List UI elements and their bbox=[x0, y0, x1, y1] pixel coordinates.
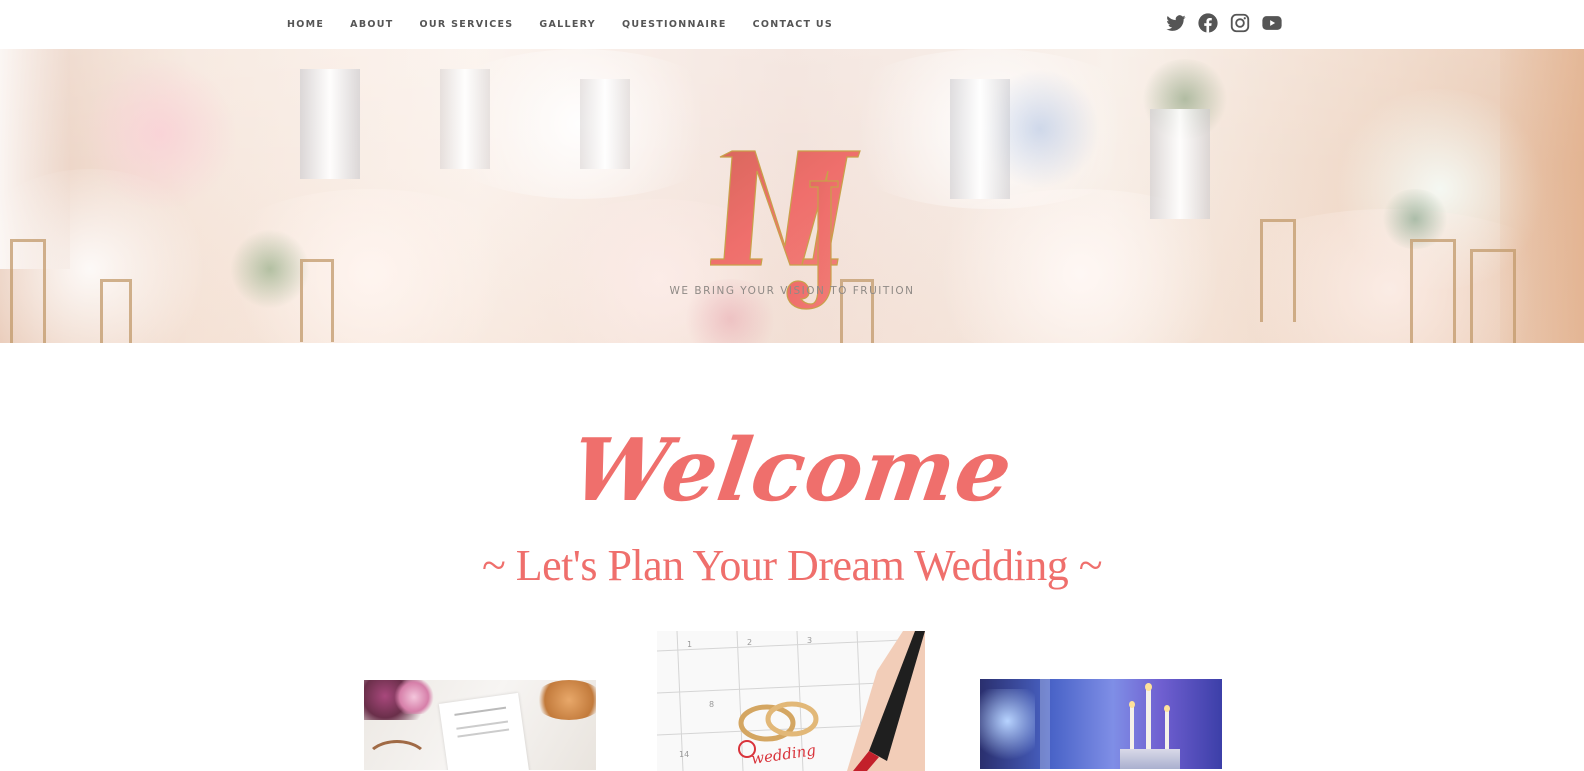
hero-tagline: WE BRING YOUR VISION TO FRUITION bbox=[669, 285, 915, 297]
svg-text:8: 8 bbox=[709, 700, 714, 709]
svg-text:3: 3 bbox=[807, 636, 812, 645]
facebook-icon[interactable] bbox=[1197, 12, 1219, 34]
instagram-icon[interactable] bbox=[1229, 12, 1251, 34]
main-nav: HOME ABOUT OUR SERVICES GALLERY QUESTION… bbox=[287, 19, 859, 30]
svg-text:2: 2 bbox=[747, 638, 752, 647]
nav-home-link[interactable]: HOME bbox=[287, 19, 324, 30]
nav-our-services-link[interactable]: OUR SERVICES bbox=[420, 19, 514, 30]
nav-contact-us-link[interactable]: CONTACT US bbox=[753, 19, 833, 30]
svg-text:14: 14 bbox=[679, 750, 689, 759]
youtube-icon[interactable] bbox=[1261, 12, 1283, 34]
reception-candles-photo bbox=[980, 679, 1222, 769]
nav-about-link[interactable]: ABOUT bbox=[350, 19, 393, 30]
dream-wedding-subtitle: ~ Let's Plan Your Dream Wedding ~ bbox=[481, 541, 1103, 590]
nav-gallery-link[interactable]: GALLERY bbox=[539, 19, 596, 30]
hero-banner: WE BRING YOUR VISION TO FRUITION bbox=[0, 49, 1584, 343]
nav-questionnaire-link[interactable]: QUESTIONNAIRE bbox=[622, 19, 727, 30]
planner-notebook-photo bbox=[364, 680, 596, 770]
calendar-rings-photo: 123 8 14 wedding bbox=[657, 631, 925, 771]
svg-text:1: 1 bbox=[687, 640, 692, 649]
social-links bbox=[1165, 12, 1283, 34]
twitter-icon[interactable] bbox=[1165, 12, 1187, 34]
top-navigation-bar: HOME ABOUT OUR SERVICES GALLERY QUESTION… bbox=[0, 0, 1584, 49]
welcome-heading: Welcome bbox=[565, 420, 1019, 521]
